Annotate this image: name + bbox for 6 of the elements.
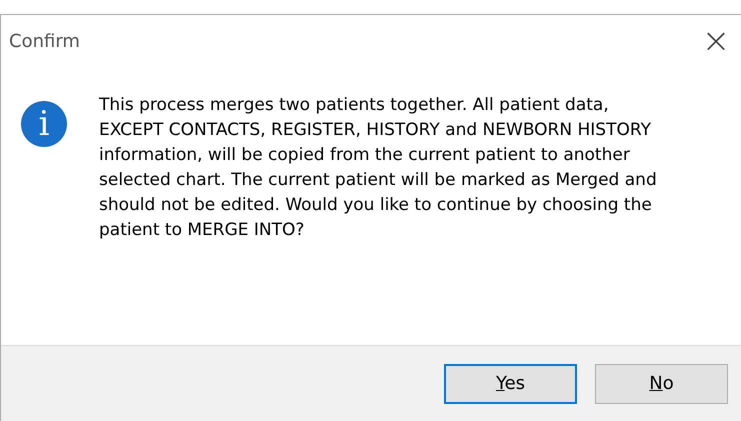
message-text: This process merges two patients together. All patient data, EXCEPT CONTACTS, REGISTER, HISTORY and NEWBORN HISTORY information, will be copied from the current patient to another selected chart. The current patient will be marked as Merged and should not be edited. Would you like to continue by choosing the patient to MERGE INTO?: [99, 94, 658, 242]
no-button[interactable]: No: [595, 364, 728, 404]
close-button[interactable]: ×: [691, 24, 741, 58]
window-title: Confirm: [9, 30, 80, 52]
info-icon: i: [21, 101, 67, 147]
yes-button[interactable]: Yes: [444, 364, 577, 404]
